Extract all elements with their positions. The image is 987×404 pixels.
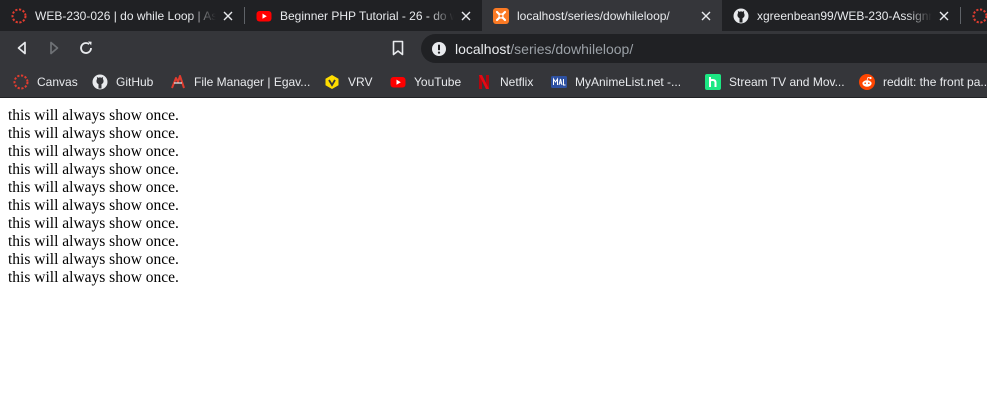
tab-canvas-assignment[interactable]: WEB-230-026 | do while Loop | Assignment…: [0, 0, 244, 31]
tab-canvas-partial[interactable]: [961, 0, 987, 31]
bookmark-label: Canvas: [37, 75, 78, 89]
address-bar[interactable]: localhost/series/dowhileloop/: [421, 34, 987, 63]
bookmark-canvas[interactable]: Canvas: [13, 71, 78, 93]
bookmark-label: File Manager | Egav...: [194, 75, 311, 89]
browser-toolbar: localhost/series/dowhileloop/: [0, 31, 987, 66]
output-line: this will always show once.: [8, 233, 179, 250]
bookmark-hulu[interactable]: Stream TV and Mov...: [705, 71, 845, 93]
bookmark-myanimelist[interactable]: MyAnimeList.net -...: [551, 71, 681, 93]
bookmark-icon: [392, 40, 404, 56]
back-button[interactable]: [9, 35, 35, 61]
bookmark-label: YouTube: [414, 75, 462, 89]
output-line: this will always show once.: [8, 197, 179, 214]
bookmark-netflix[interactable]: Netflix: [476, 71, 533, 93]
myanimelist-icon: [551, 74, 567, 90]
output-line: this will always show once.: [8, 179, 179, 196]
tab-youtube-tutorial[interactable]: Beginner PHP Tutorial - 26 - do while Lo…: [245, 0, 482, 31]
canvas-icon: [13, 74, 29, 90]
bookmarks-bar: Canvas GitHub File Manager | Egav... VRV…: [0, 66, 987, 98]
reddit-icon: [859, 74, 875, 90]
bookmark-vrv[interactable]: VRV: [324, 71, 372, 93]
forward-arrow-icon: [50, 41, 59, 55]
close-tab-icon[interactable]: [936, 8, 952, 24]
bookmark-label: VRV: [348, 75, 373, 89]
xampp-icon: [493, 7, 509, 24]
output-line: this will always show once.: [8, 215, 179, 232]
bookmark-github[interactable]: GitHub: [92, 71, 153, 93]
site-info-icon[interactable]: [431, 41, 447, 57]
tab-github-repo[interactable]: xgreenbean99/WEB-230-Assignments: [722, 0, 960, 31]
file-manager-icon: [170, 74, 186, 90]
netflix-icon: [476, 74, 492, 90]
bookmark-label: MyAnimeList.net -...: [575, 75, 682, 89]
bookmark-label: Stream TV and Mov...: [729, 75, 845, 89]
output-line: this will always show once.: [8, 107, 179, 124]
output-line: this will always show once.: [8, 143, 179, 160]
reload-button[interactable]: [73, 35, 99, 61]
url-text: localhost/series/dowhileloop/: [455, 41, 633, 57]
close-tab-icon[interactable]: [220, 8, 236, 24]
bookmark-youtube[interactable]: YouTube: [390, 71, 461, 93]
reload-icon: [80, 41, 92, 54]
github-icon: [92, 74, 108, 90]
bookmark-reddit[interactable]: reddit: the front pa...: [859, 71, 987, 93]
url-host: localhost: [455, 40, 511, 57]
vrv-icon: [324, 74, 340, 90]
bookmark-file-manager[interactable]: File Manager | Egav...: [170, 71, 310, 93]
close-tab-icon[interactable]: [458, 8, 474, 24]
youtube-icon: [256, 8, 272, 24]
tab-localhost-active[interactable]: localhost/series/dowhileloop/: [482, 0, 722, 31]
tab-strip: WEB-230-026 | do while Loop | Assignment…: [0, 0, 987, 31]
output-line: this will always show once.: [8, 269, 179, 286]
github-icon: [733, 8, 749, 24]
canvas-icon: [11, 8, 27, 24]
bookmark-label: Netflix: [500, 75, 534, 89]
forward-button[interactable]: [41, 35, 67, 61]
output-line: this will always show once.: [8, 251, 179, 268]
bookmark-label: GitHub: [116, 75, 154, 89]
output-line: this will always show once.: [8, 161, 179, 178]
url-path: /series/dowhileloop/: [510, 40, 634, 57]
page-content: this will always show once. this will al…: [8, 107, 179, 287]
tab-title: xgreenbean99/WEB-230-Assignments: [757, 8, 932, 23]
tab-title: localhost/series/dowhileloop/: [517, 8, 670, 23]
output-line: this will always show once.: [8, 125, 179, 142]
bookmark-label: reddit: the front pa...: [883, 75, 987, 89]
hulu-icon: [705, 74, 721, 90]
close-tab-icon[interactable]: [698, 8, 714, 24]
youtube-icon: [390, 74, 406, 90]
tab-title: WEB-230-026 | do while Loop | Assignment…: [35, 8, 216, 23]
tab-title: Beginner PHP Tutorial - 26 - do while Lo…: [280, 8, 454, 23]
back-arrow-icon: [17, 41, 26, 55]
canvas-icon: [972, 8, 987, 24]
bookmark-page-button[interactable]: [385, 35, 411, 61]
